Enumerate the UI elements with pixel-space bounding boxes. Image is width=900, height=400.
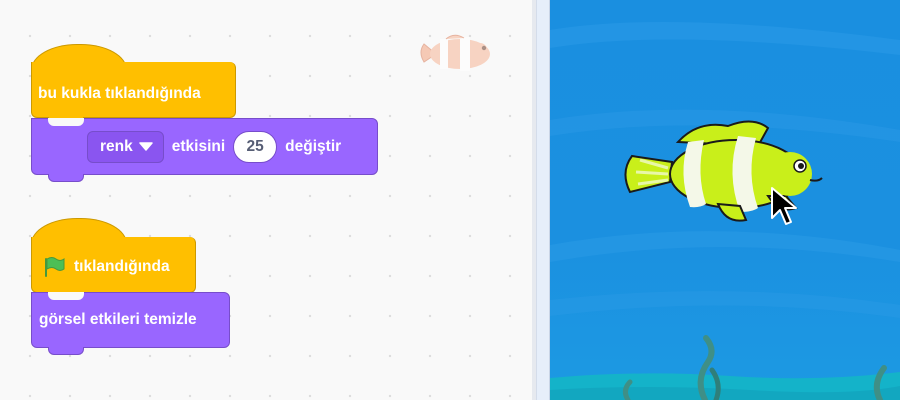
block-slot [48,292,84,300]
stage[interactable] [550,0,900,400]
when-flag-clicked-label: tıklandığında [74,257,170,275]
clear-graphic-effects-block[interactable]: görsel etkileri temizle [31,292,230,355]
block-notch [48,174,84,182]
effect-dropdown[interactable]: renk [87,130,164,163]
when-sprite-clicked-label: bu kukla tıklandığında [38,84,201,102]
stage-divider [536,0,550,400]
block-slot [48,118,84,126]
effect-amount-input[interactable]: 25 [233,130,278,163]
effect-prefix-label: etkisini [171,137,226,155]
effect-dropdown-value: renk [100,137,133,155]
mouse-pointer-icon [771,187,797,225]
block-notch [48,347,84,355]
change-effect-block[interactable]: renk etkisini 25 değiştir [31,118,378,182]
clear-effects-label: görsel etkileri temizle [39,311,197,328]
sprite-thumbnail-clownfish-icon [420,34,490,71]
green-flag-icon [45,256,65,277]
clownfish-sprite[interactable] [618,112,838,232]
when-flag-clicked-block[interactable]: tıklandığında [31,237,196,300]
code-workspace[interactable]: bu kukla tıklandığında renk etkisini 25 … [0,0,532,400]
caret-down-icon [139,142,153,151]
when-sprite-clicked-block[interactable]: bu kukla tıklandığında [31,62,236,125]
effect-suffix-label: değiştir [285,137,342,155]
